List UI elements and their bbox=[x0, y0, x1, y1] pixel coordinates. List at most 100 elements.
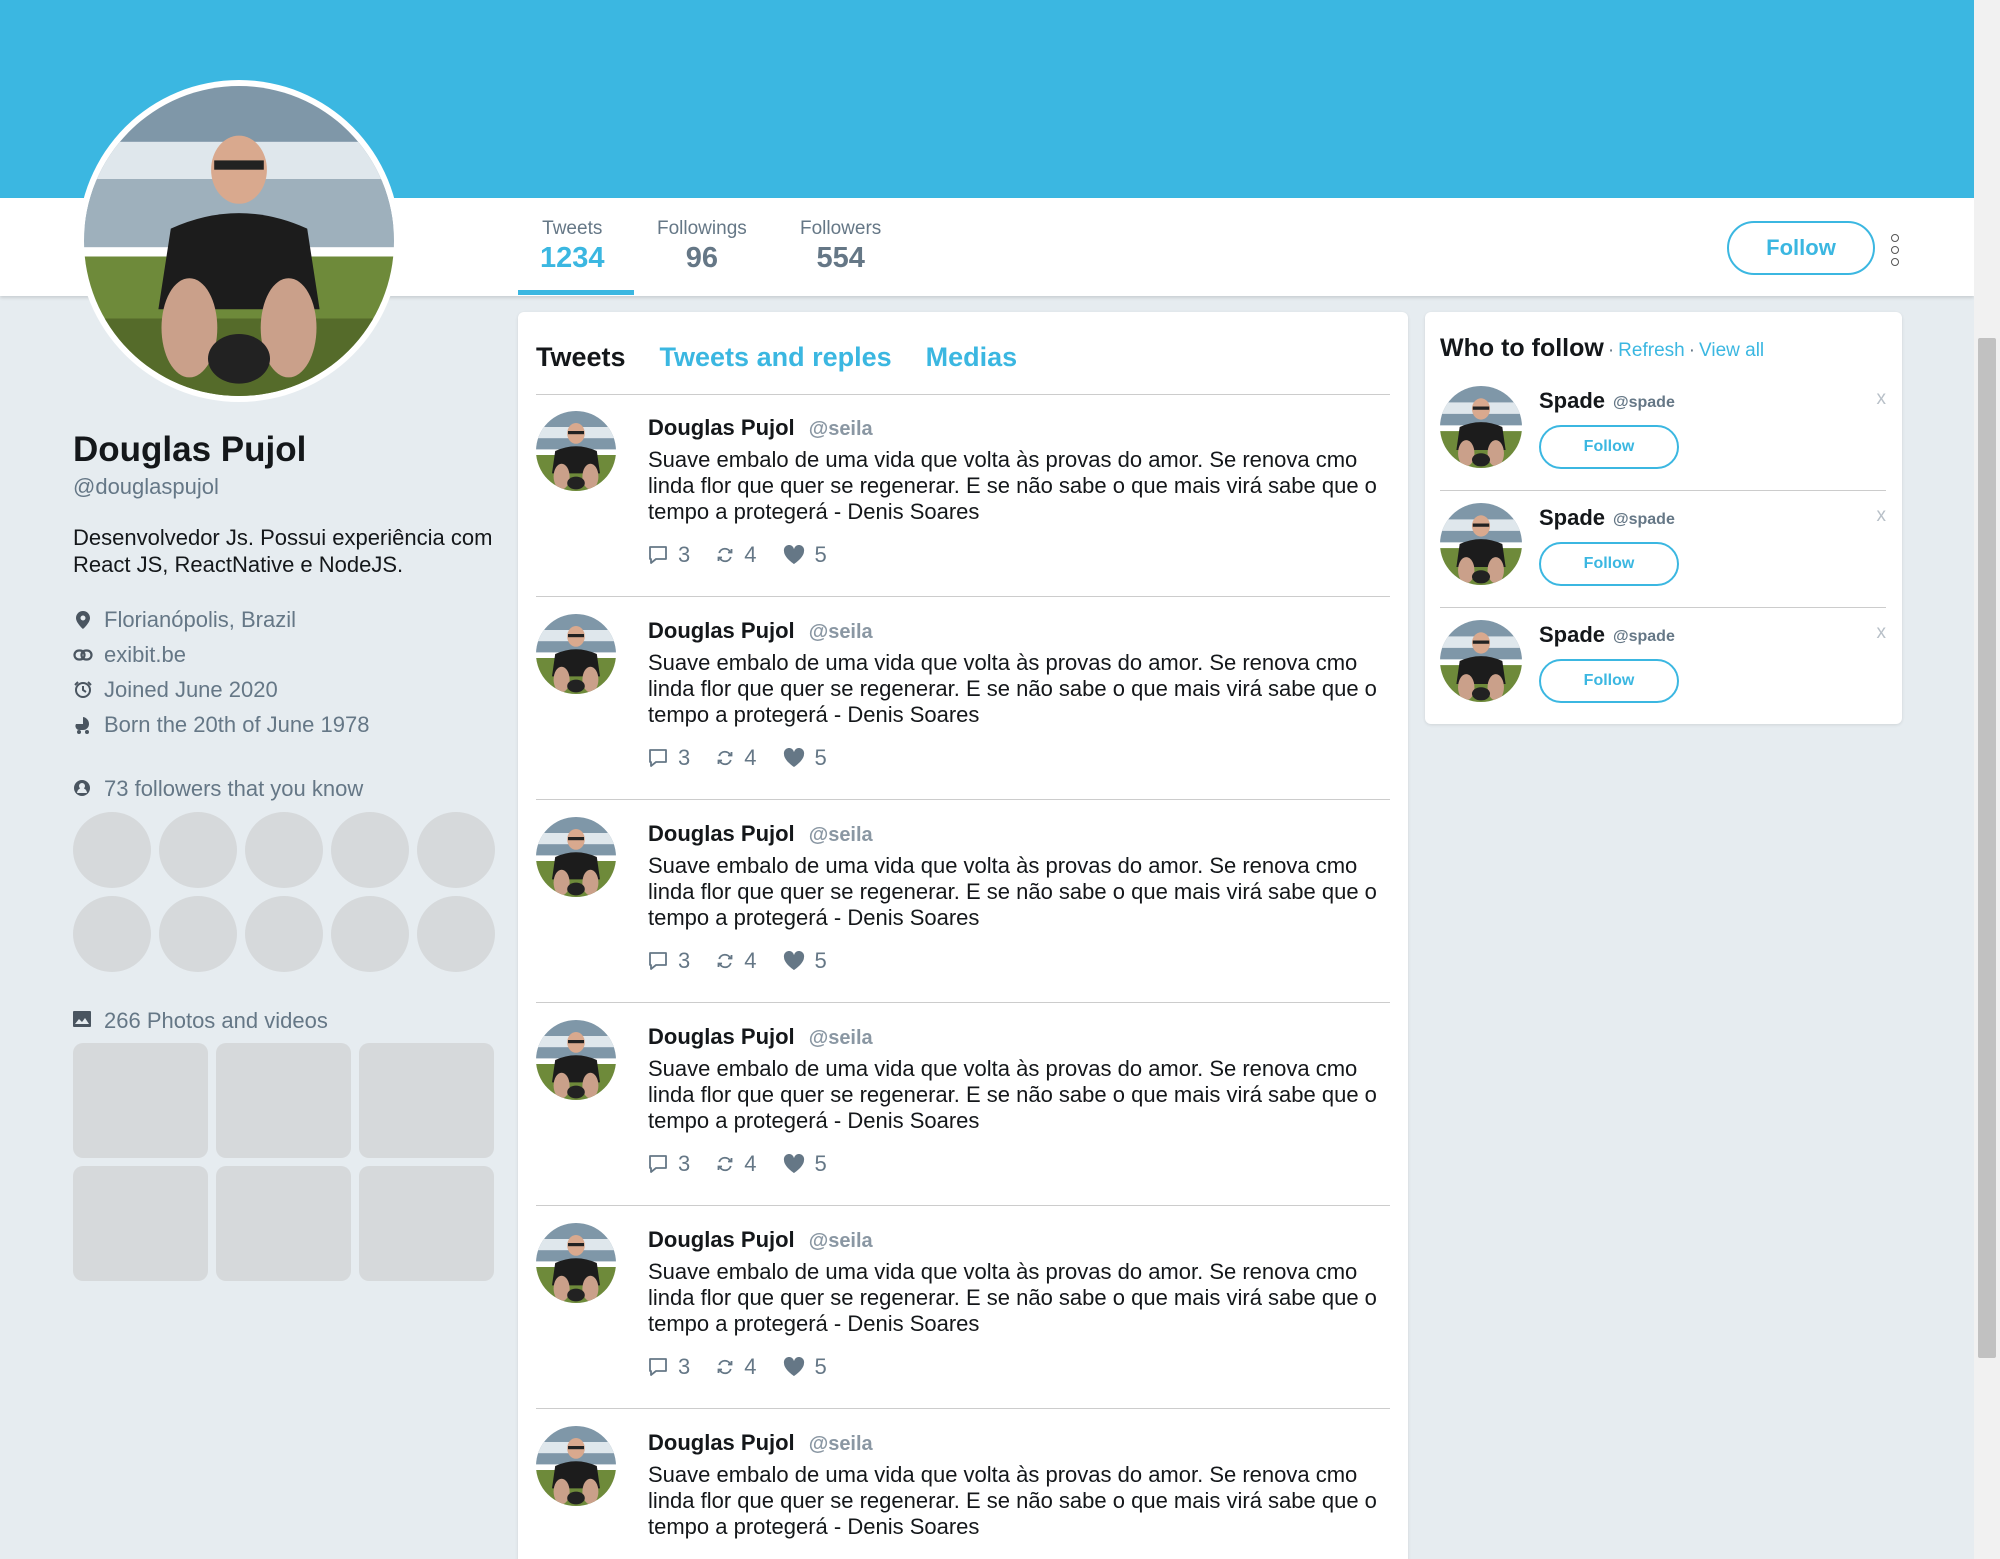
like-action[interactable]: 5 bbox=[783, 948, 827, 974]
suggestion-handle[interactable]: @spade bbox=[1613, 511, 1675, 529]
photo-thumbnail[interactable] bbox=[359, 1043, 494, 1158]
profile-handle[interactable]: @douglaspujol bbox=[73, 474, 503, 500]
retweet-action[interactable]: 4 bbox=[716, 948, 757, 974]
tweet-avatar[interactable] bbox=[536, 614, 616, 694]
scrollbar-thumb[interactable] bbox=[1978, 338, 1996, 1358]
profile-location: Florianópolis, Brazil bbox=[73, 602, 503, 637]
suggestion-follow-button[interactable]: Follow bbox=[1539, 425, 1679, 469]
follower-avatar[interactable] bbox=[417, 896, 495, 972]
tweet-author-handle[interactable]: @seila bbox=[809, 621, 873, 644]
tab-tweets-and-replies[interactable]: Tweets and reples bbox=[660, 342, 892, 373]
tweet-author-name[interactable]: Douglas Pujol bbox=[648, 618, 795, 644]
like-action[interactable]: 5 bbox=[783, 542, 827, 568]
tweet-author-handle[interactable]: @seila bbox=[809, 1230, 873, 1253]
suggestion-follow-button[interactable]: Follow bbox=[1539, 659, 1679, 703]
follower-avatar[interactable] bbox=[331, 896, 409, 972]
tweet-avatar[interactable] bbox=[536, 1426, 616, 1506]
reply-action[interactable]: 3 bbox=[648, 948, 690, 974]
tweet-avatar[interactable] bbox=[536, 1020, 616, 1100]
suggestion-follow-button[interactable]: Follow bbox=[1539, 542, 1679, 586]
dismiss-icon[interactable]: x bbox=[1877, 622, 1887, 644]
like-action[interactable]: 5 bbox=[783, 745, 827, 771]
tweet-author-handle[interactable]: @seila bbox=[809, 418, 873, 441]
tweet-avatar[interactable] bbox=[536, 1223, 616, 1303]
suggestion-avatar[interactable] bbox=[1440, 503, 1522, 585]
suggestion-avatar[interactable] bbox=[1440, 620, 1522, 702]
heart-icon bbox=[783, 1154, 804, 1173]
page-scrollbar[interactable] bbox=[1974, 0, 2000, 1559]
tweet-avatar[interactable] bbox=[536, 411, 616, 491]
tweet-author-handle[interactable]: @seila bbox=[809, 824, 873, 847]
like-action[interactable]: 5 bbox=[783, 1354, 827, 1380]
retweet-action[interactable]: 4 bbox=[716, 745, 757, 771]
follower-avatar[interactable] bbox=[331, 812, 409, 888]
tweet[interactable]: Douglas Pujol @seila Suave embalo de uma… bbox=[536, 1207, 1390, 1409]
stat-tweets[interactable]: Tweets 1234 bbox=[540, 218, 605, 275]
tweet[interactable]: Douglas Pujol @seila Suave embalo de uma… bbox=[536, 1004, 1390, 1206]
tweet-header: Douglas Pujol @seila bbox=[648, 618, 873, 644]
reply-action[interactable]: 3 bbox=[648, 1354, 690, 1380]
photos-videos[interactable]: 266 Photos and videos bbox=[73, 1008, 328, 1034]
tweet-author-handle[interactable]: @seila bbox=[809, 1433, 873, 1456]
tweet[interactable]: Douglas Pujol @seila Suave embalo de uma… bbox=[536, 395, 1390, 597]
followers-you-know[interactable]: 73 followers that you know bbox=[73, 776, 363, 802]
photo-thumbnail[interactable] bbox=[73, 1043, 208, 1158]
like-action[interactable]: 5 bbox=[783, 1151, 827, 1177]
retweet-action[interactable]: 4 bbox=[716, 542, 757, 568]
tweet-author-name[interactable]: Douglas Pujol bbox=[648, 1024, 795, 1050]
dismiss-icon[interactable]: x bbox=[1877, 505, 1887, 527]
profile-avatar[interactable] bbox=[78, 80, 400, 402]
retweet-action[interactable]: 4 bbox=[716, 1151, 757, 1177]
tweet-author-name[interactable]: Douglas Pujol bbox=[648, 1430, 795, 1456]
suggestion-name[interactable]: Spade bbox=[1539, 505, 1605, 531]
reply-action[interactable]: 3 bbox=[648, 745, 690, 771]
more-vertical-icon[interactable] bbox=[1888, 234, 1902, 266]
refresh-link[interactable]: Refresh bbox=[1618, 340, 1685, 362]
tweet-header: Douglas Pujol @seila bbox=[648, 415, 873, 441]
follower-avatar[interactable] bbox=[159, 812, 237, 888]
tweet-text: Suave embalo de uma vida que volta às pr… bbox=[648, 1056, 1377, 1133]
retweet-action[interactable]: 4 bbox=[716, 1354, 757, 1380]
tweet-header: Douglas Pujol @seila bbox=[648, 821, 873, 847]
photo-thumbnail[interactable] bbox=[216, 1166, 351, 1281]
suggestion-handle[interactable]: @spade bbox=[1613, 628, 1675, 646]
suggestion-name[interactable]: Spade bbox=[1539, 622, 1605, 648]
follower-avatar[interactable] bbox=[73, 812, 151, 888]
suggestion-handle[interactable]: @spade bbox=[1613, 394, 1675, 412]
tweet-avatar[interactable] bbox=[536, 817, 616, 897]
photo-thumbnail[interactable] bbox=[73, 1166, 208, 1281]
profile-website[interactable]: exibit.be bbox=[73, 637, 503, 672]
tab-medias[interactable]: Medias bbox=[926, 342, 1018, 373]
reply-action[interactable]: 3 bbox=[648, 1151, 690, 1177]
suggestion-name[interactable]: Spade bbox=[1539, 388, 1605, 414]
avatar-photo bbox=[1440, 620, 1522, 702]
retweet-count: 4 bbox=[744, 542, 757, 567]
tweet-author-name[interactable]: Douglas Pujol bbox=[648, 1227, 795, 1253]
heart-icon bbox=[783, 1357, 804, 1376]
follow-button[interactable]: Follow bbox=[1727, 221, 1875, 275]
profile-website-link[interactable]: exibit.be bbox=[104, 642, 186, 668]
reply-action[interactable]: 3 bbox=[648, 542, 690, 568]
tweet-author-handle[interactable]: @seila bbox=[809, 1027, 873, 1050]
follower-avatar[interactable] bbox=[73, 896, 151, 972]
stat-followings[interactable]: Followings 96 bbox=[657, 218, 747, 275]
retweet-icon bbox=[717, 547, 733, 563]
view-all-link[interactable]: View all bbox=[1699, 340, 1764, 362]
follower-avatar[interactable] bbox=[159, 896, 237, 972]
tweet[interactable]: Douglas Pujol @seila Suave embalo de uma… bbox=[536, 1410, 1390, 1559]
follower-avatar[interactable] bbox=[245, 896, 323, 972]
who-to-follow-header: Who to follow · Refresh · View all bbox=[1440, 334, 1764, 363]
dismiss-icon[interactable]: x bbox=[1877, 388, 1887, 410]
photo-thumbnail[interactable] bbox=[359, 1166, 494, 1281]
tweet[interactable]: Douglas Pujol @seila Suave embalo de uma… bbox=[536, 801, 1390, 1003]
tweet-author-name[interactable]: Douglas Pujol bbox=[648, 415, 795, 441]
follower-avatar[interactable] bbox=[417, 812, 495, 888]
tweet-author-name[interactable]: Douglas Pujol bbox=[648, 821, 795, 847]
tweet[interactable]: Douglas Pujol @seila Suave embalo de uma… bbox=[536, 598, 1390, 800]
tab-tweets[interactable]: Tweets bbox=[536, 342, 626, 373]
suggestion-avatar[interactable] bbox=[1440, 386, 1522, 468]
follower-avatar[interactable] bbox=[245, 812, 323, 888]
photo-thumbnail[interactable] bbox=[216, 1043, 351, 1158]
stat-followers[interactable]: Followers 554 bbox=[800, 218, 881, 275]
tweet-actions: 3 4 5 bbox=[648, 1354, 853, 1380]
